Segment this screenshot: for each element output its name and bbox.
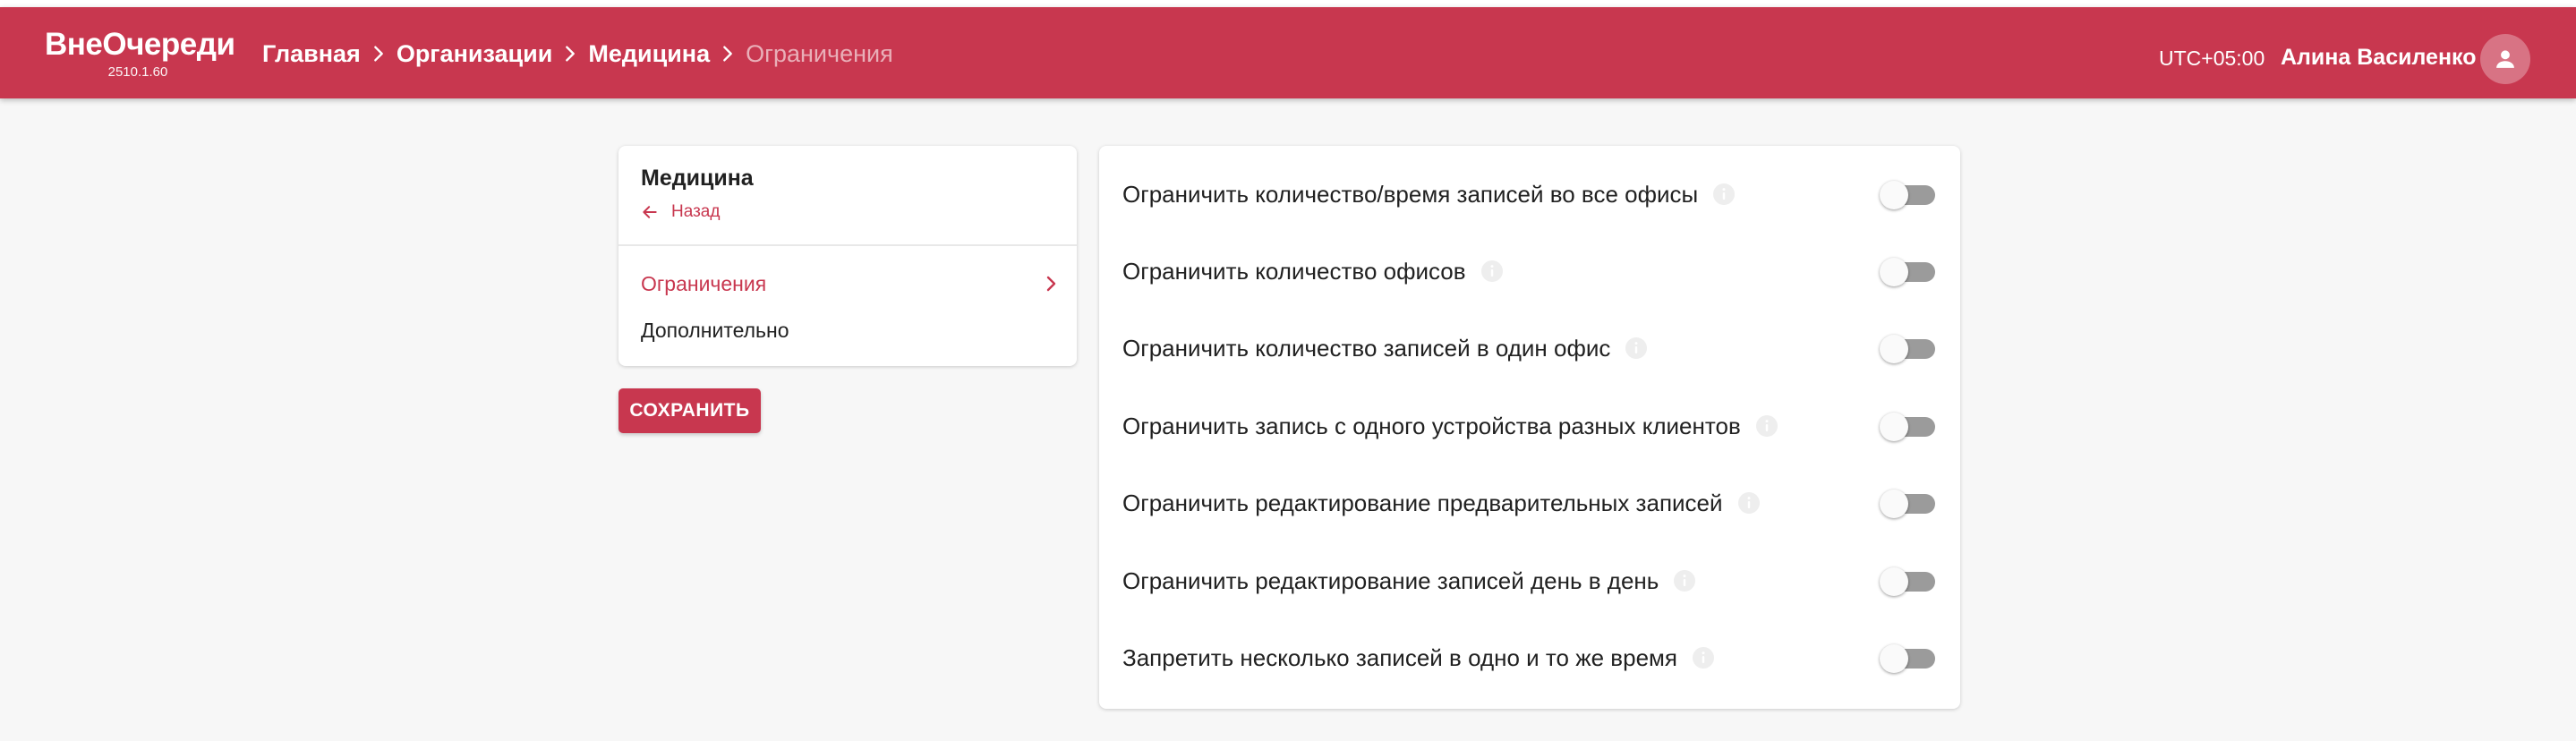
avatar[interactable] — [2480, 34, 2530, 84]
toggle-thumb — [1880, 335, 1908, 363]
toggle-switch[interactable] — [1880, 413, 1937, 441]
setting-row: Ограничить количество записей в один офи… — [1122, 321, 1937, 375]
toggle-switch[interactable] — [1880, 258, 1937, 286]
toggle-thumb — [1880, 258, 1908, 286]
info-icon[interactable] — [1673, 569, 1696, 592]
chevron-right-icon — [1046, 276, 1056, 292]
setting-label: Ограничить количество записей в один офи… — [1122, 335, 1611, 362]
info-icon[interactable] — [1755, 414, 1778, 438]
app-bar: ВнеОчереди 2510.1.60 Главная Организации… — [0, 7, 2576, 98]
brand-logo[interactable]: ВнеОчереди 2510.1.60 — [45, 27, 235, 81]
menu-item-label: Дополнительно — [641, 318, 789, 342]
info-icon[interactable] — [1625, 336, 1648, 360]
toggle-thumb — [1880, 567, 1908, 596]
toggle-thumb — [1880, 181, 1908, 209]
app-version: 2510.1.60 — [107, 64, 168, 80]
setting-row: Ограничить запись с одного устройства ра… — [1122, 399, 1937, 453]
arrow-left-icon — [643, 206, 657, 218]
setting-label: Ограничить редактирование записей день в… — [1122, 567, 1659, 594]
timezone-label: UTC+05:00 — [2159, 47, 2265, 70]
setting-row: Ограничить редактирование предварительны… — [1122, 476, 1937, 530]
breadcrumb: Главная Организации Медицина Ограничения — [262, 36, 893, 72]
setting-row: Ограничить количество офисов — [1122, 244, 1937, 298]
brand-name: ВнеОчереди — [45, 27, 235, 62]
setting-label: Ограничить запись с одного устройства ра… — [1122, 413, 1741, 439]
toggle-switch[interactable] — [1880, 335, 1937, 363]
setting-label: Ограничить количество офисов — [1122, 258, 1466, 285]
setting-label: Ограничить редактирование предварительны… — [1122, 490, 1723, 516]
setting-label: Ограничить количество/время записей во в… — [1122, 181, 1699, 208]
chevron-right-icon — [710, 44, 746, 64]
chevron-right-icon — [552, 44, 588, 64]
toggle-switch[interactable] — [1880, 644, 1937, 673]
menu-item-restrictions[interactable]: Ограничения — [641, 266, 1062, 302]
breadcrumb-organizations[interactable]: Организации — [397, 40, 553, 68]
setting-row: Запретить несколько записей в одно и то … — [1122, 631, 1937, 685]
organization-menu-card: Медицина Назад Ограничения Дополнительно — [618, 146, 1077, 366]
toggle-thumb — [1880, 490, 1908, 518]
save-button[interactable]: СОХРАНИТЬ — [618, 388, 761, 433]
info-icon[interactable] — [1712, 183, 1736, 206]
back-link-label: Назад — [671, 202, 721, 221]
menu-item-label: Ограничения — [641, 271, 767, 295]
toggle-switch[interactable] — [1880, 490, 1937, 518]
chevron-right-icon — [361, 44, 397, 64]
user-name[interactable]: Алина Василенко — [2281, 43, 2477, 72]
person-icon — [2496, 50, 2514, 68]
breadcrumb-organization[interactable]: Медицина — [588, 40, 710, 68]
setting-row: Ограничить редактирование записей день в… — [1122, 554, 1937, 608]
info-icon[interactable] — [1480, 260, 1504, 283]
breadcrumb-home[interactable]: Главная — [262, 40, 361, 68]
info-icon[interactable] — [1737, 491, 1761, 515]
divider — [618, 244, 1077, 246]
toggle-thumb — [1880, 413, 1908, 441]
setting-label: Запретить несколько записей в одно и то … — [1122, 644, 1677, 671]
breadcrumb-current: Ограничения — [746, 39, 893, 67]
back-link[interactable]: Назад — [641, 201, 720, 223]
info-icon[interactable] — [1692, 646, 1715, 669]
top-strip — [0, 0, 2576, 7]
menu-item-additional[interactable]: Дополнительно — [641, 312, 1062, 348]
toggle-switch[interactable] — [1880, 181, 1937, 209]
toggle-switch[interactable] — [1880, 567, 1937, 596]
restrictions-panel: Ограничить количество/время записей во в… — [1099, 146, 1960, 709]
setting-row: Ограничить количество/время записей во в… — [1122, 167, 1937, 221]
toggle-thumb — [1880, 644, 1908, 673]
organization-title: Медицина — [641, 166, 754, 191]
